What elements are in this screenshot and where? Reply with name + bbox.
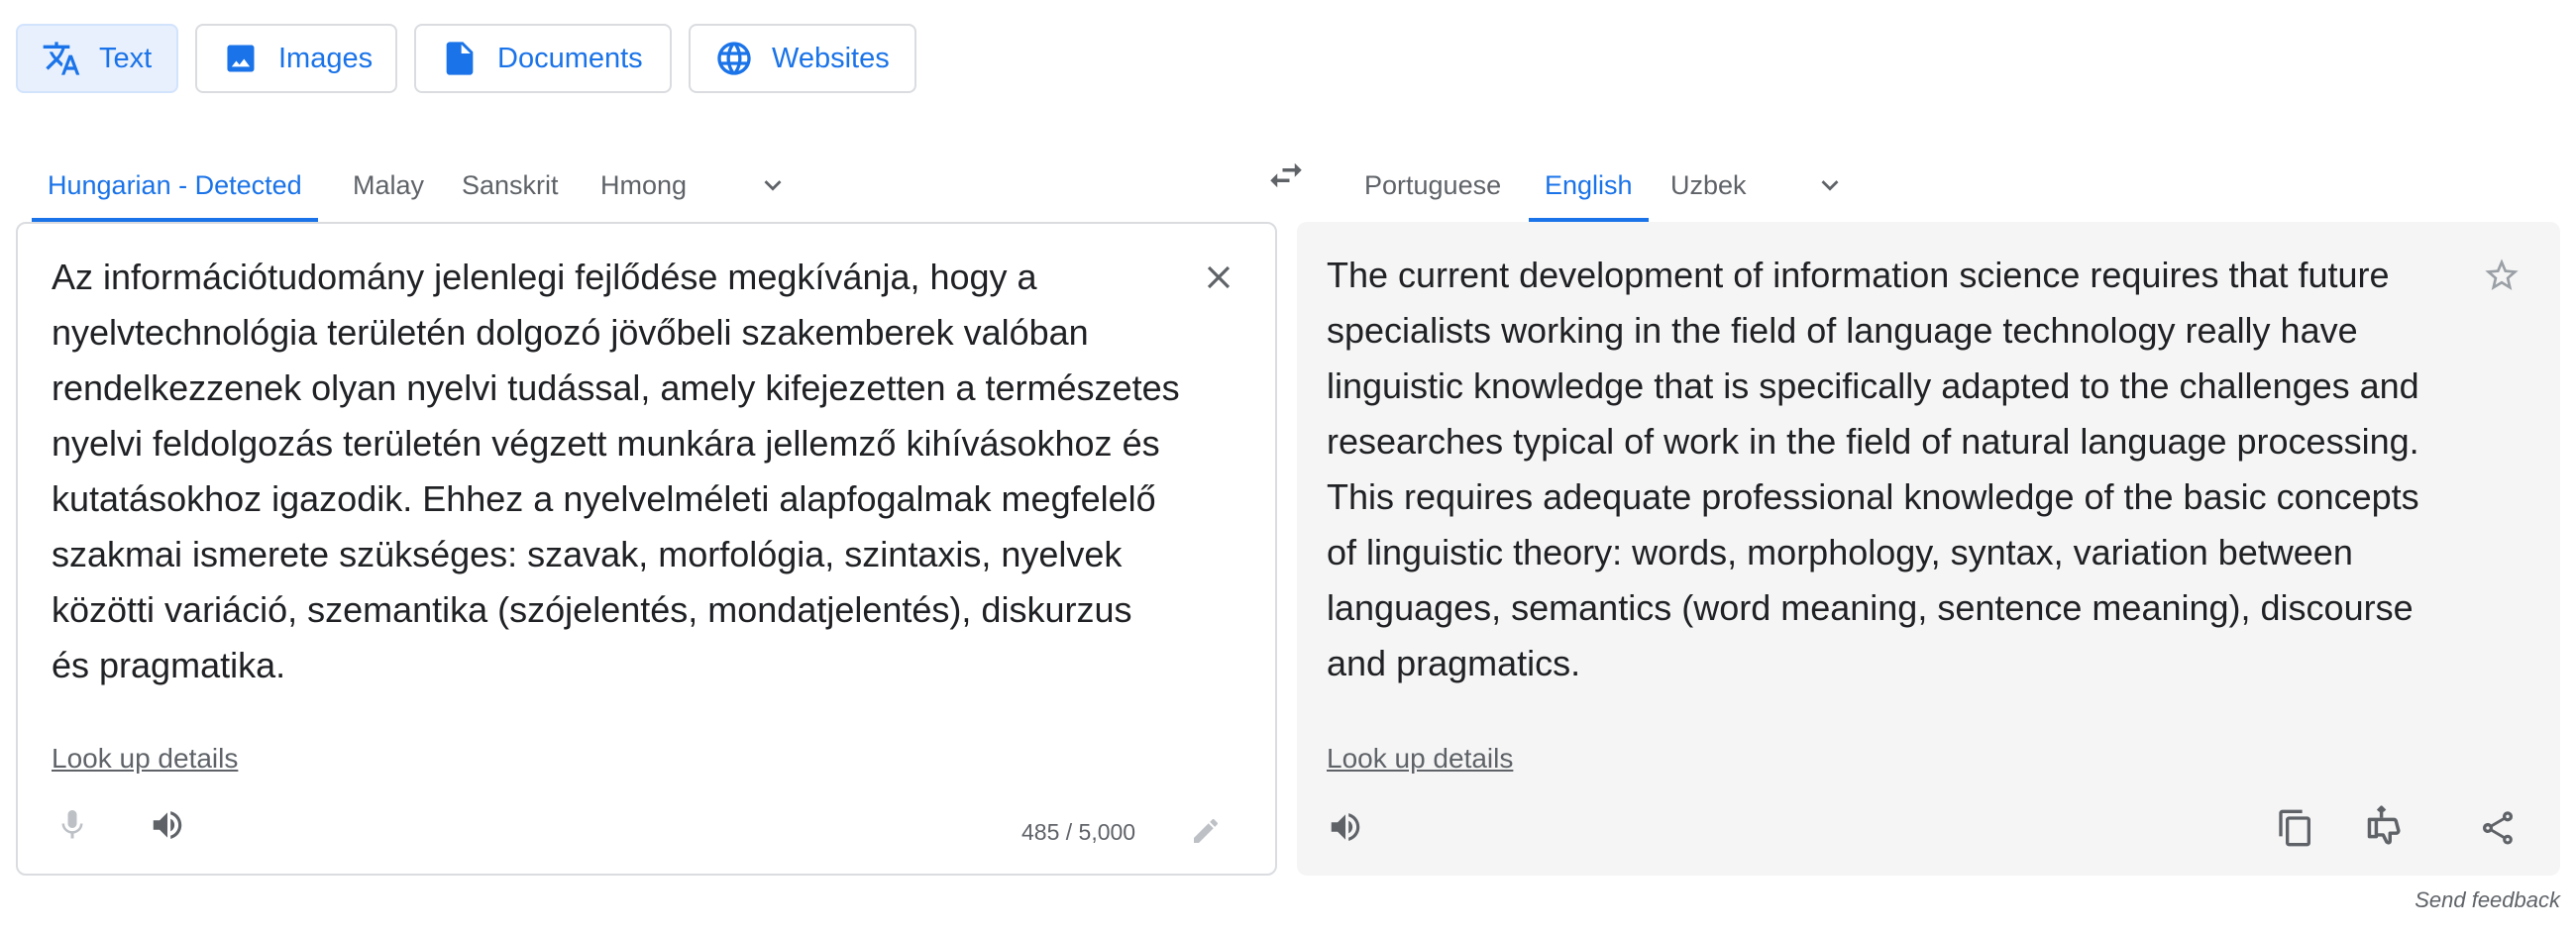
close-icon [1207,265,1231,289]
rate-translation-button[interactable] [2361,798,2422,858]
save-translation-button[interactable] [2474,248,2529,303]
target-lang-label: Portuguese [1364,169,1502,200]
translate-icon [43,42,80,75]
globe-icon [717,42,751,75]
source-textarea[interactable]: Az információtudomány jelenlegi fejlődés… [52,250,1191,693]
target-look-up-details-link[interactable]: Look up details [1327,743,1513,775]
speaker-icon [153,811,182,839]
source-lang-label: Sanskrit [462,169,559,200]
source-lang-tab-sanskrit[interactable]: Sanskrit [462,149,559,222]
send-feedback-link[interactable]: Send feedback [2415,887,2560,913]
swap-icon [1270,162,1302,188]
image-icon [227,45,255,72]
target-lang-tab-portuguese[interactable]: Portuguese [1364,149,1501,222]
copy-translation-button[interactable] [2268,800,2323,856]
mic-icon [61,810,83,839]
share-translation-button[interactable] [2470,800,2525,856]
target-lang-label: Uzbek [1670,169,1747,200]
target-lang-tab-english[interactable]: English [1529,149,1649,222]
source-lang-tab-hmong[interactable]: Hmong [600,149,687,222]
target-lang-tab-uzbek[interactable]: Uzbek [1670,149,1747,222]
text-mode-button[interactable]: Text [16,24,178,93]
copy-icon [2279,809,2310,847]
clear-source-button[interactable] [1191,250,1246,305]
source-lang-tab-malay[interactable]: Malay [353,149,424,222]
speaker-icon [1331,813,1360,841]
edit-button[interactable] [1179,804,1233,858]
thumbs-rating-icon [2367,805,2401,845]
images-mode-label: Images [278,42,374,74]
chevron-down-icon [1821,180,1839,191]
source-lang-label: Malay [353,169,425,200]
images-mode-button[interactable]: Images [195,24,397,93]
target-lang-label: English [1545,169,1633,200]
target-listen-button[interactable] [1319,800,1372,854]
source-look-up-details-link[interactable]: Look up details [52,743,238,775]
swap-languages-button[interactable] [1258,149,1314,202]
document-icon [446,42,474,75]
source-listen-button[interactable] [141,798,194,852]
source-lang-label: Hungarian - Detected [48,169,302,200]
pencil-icon [1194,818,1219,843]
source-panel: Az információtudomány jelenlegi fejlődés… [16,222,1277,876]
source-lang-label: Hmong [600,169,688,200]
share-icon [2483,811,2514,845]
target-panel: The current development of information s… [1297,222,2560,876]
star-icon [2485,259,2519,290]
translation-output: The current development of information s… [1327,255,2419,683]
source-lang-tab-detected[interactable]: Hungarian - Detected [32,149,318,222]
text-mode-label: Text [99,42,153,74]
source-more-languages-button[interactable] [746,158,800,212]
websites-mode-label: Websites [772,42,890,74]
char-count: 485 / 5,000 [1021,819,1136,845]
documents-mode-label: Documents [497,42,643,74]
mic-button[interactable] [46,798,99,852]
websites-mode-button[interactable]: Websites [689,24,916,93]
target-more-languages-button[interactable] [1803,158,1857,212]
chevron-down-icon [764,180,782,191]
documents-mode-button[interactable]: Documents [414,24,672,93]
